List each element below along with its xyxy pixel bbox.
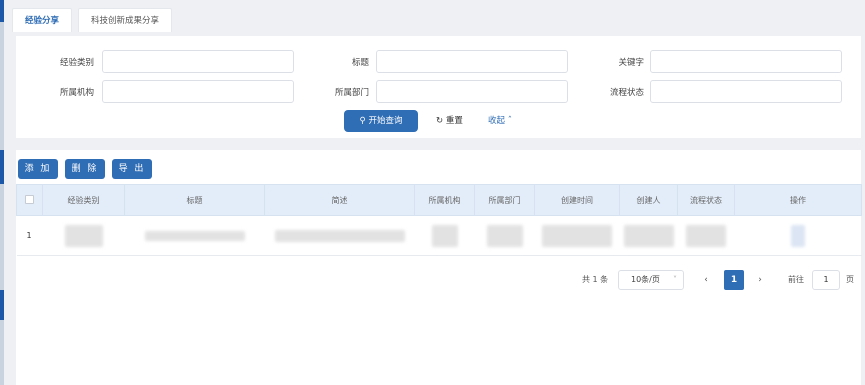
collapse-label: 收起 (488, 116, 506, 126)
col-header-process-status: 流程状态 (677, 184, 735, 216)
col-header-department: 所属部门 (474, 184, 535, 216)
redacted-cell[interactable] (734, 215, 862, 256)
checkbox[interactable] (25, 194, 34, 204)
search-icon: ⚲ (359, 116, 366, 126)
keyword-input[interactable] (650, 50, 842, 73)
add-button[interactable]: 添 加 (18, 159, 58, 179)
organization-select[interactable] (102, 80, 294, 103)
label-title: 标题 (351, 58, 369, 68)
reset-button[interactable]: ↻ 重置 (436, 110, 463, 132)
table-header-row: 经验类别 标题 简述 所属机构 所属部门 创建时间 创建人 流程状态 操作 (16, 184, 862, 216)
label-keyword: 关键字 (618, 58, 644, 68)
redacted-cell (534, 215, 620, 256)
row-index: 1 (16, 215, 43, 256)
next-page-button[interactable]: › (750, 270, 770, 290)
redacted-cell (414, 215, 475, 256)
edge-mark (0, 290, 4, 320)
goto-page-input[interactable]: 1 (812, 270, 840, 290)
redacted-cell (264, 215, 415, 256)
left-edge-strip (0, 0, 4, 385)
title-input[interactable] (376, 50, 568, 73)
tab-experience-share[interactable]: 经验分享 (12, 8, 73, 32)
redacted-cell (474, 215, 535, 256)
edge-mark (0, 0, 4, 22)
col-header-summary: 简述 (264, 184, 415, 216)
tab-bar: 经验分享 科技创新成果分享 (12, 8, 173, 32)
chevron-down-icon: ˅ (673, 275, 677, 284)
col-header-creator: 创建人 (619, 184, 678, 216)
results-table: 经验类别 标题 简述 所属机构 所属部门 创建时间 创建人 流程状态 操作 1 (16, 184, 862, 256)
redacted-cell (124, 215, 265, 256)
page-size-select[interactable]: 10条/页 ˅ (618, 270, 684, 290)
goto-label: 前往 (788, 275, 804, 284)
table-row[interactable]: 1 (16, 215, 862, 256)
search-panel: 经验类别 标题 关键字 所属机构 所属部门 流程状态 ⚲ 开始查询 ↻ 重置 收… (16, 36, 861, 138)
col-header-created-time: 创建时间 (534, 184, 620, 216)
chevron-up-icon: ˆ (507, 116, 512, 126)
label-department: 所属部门 (334, 88, 369, 98)
tab-innovation-share[interactable]: 科技创新成果分享 (78, 8, 173, 32)
col-header-title: 标题 (124, 184, 265, 216)
page-1-button[interactable]: 1 (724, 270, 744, 290)
edge-mark (0, 150, 4, 184)
prev-page-button[interactable]: ‹ (696, 270, 716, 290)
results-panel: 添 加 删 除 导 出 经验类别 标题 简述 所属机构 所属部门 创建时间 创建… (16, 150, 862, 385)
col-header-organization: 所属机构 (414, 184, 475, 216)
redacted-cell (42, 215, 125, 256)
total-count: 共 1 条 (582, 275, 609, 284)
label-organization: 所属机构 (59, 88, 94, 98)
experience-category-select[interactable] (102, 50, 294, 73)
collapse-button[interactable]: 收起 ˆ (488, 110, 512, 132)
col-header-category: 经验类别 (42, 184, 125, 216)
start-search-label: 开始查询 (368, 116, 403, 126)
export-button[interactable]: 导 出 (112, 159, 152, 179)
select-all-checkbox[interactable] (16, 184, 43, 216)
page-size-value: 10条/页 (631, 275, 660, 284)
label-experience-category: 经验类别 (59, 58, 94, 68)
refresh-icon: ↻ (436, 116, 444, 126)
delete-button[interactable]: 删 除 (65, 159, 105, 179)
start-search-button[interactable]: ⚲ 开始查询 (344, 110, 418, 132)
redacted-cell (619, 215, 678, 256)
goto-unit: 页 (846, 275, 854, 284)
col-header-actions: 操作 (734, 184, 862, 216)
department-select[interactable] (376, 80, 568, 103)
process-status-select[interactable] (650, 80, 842, 103)
reset-label: 重置 (445, 116, 463, 126)
redacted-cell (677, 215, 735, 256)
label-process-status: 流程状态 (609, 88, 644, 98)
